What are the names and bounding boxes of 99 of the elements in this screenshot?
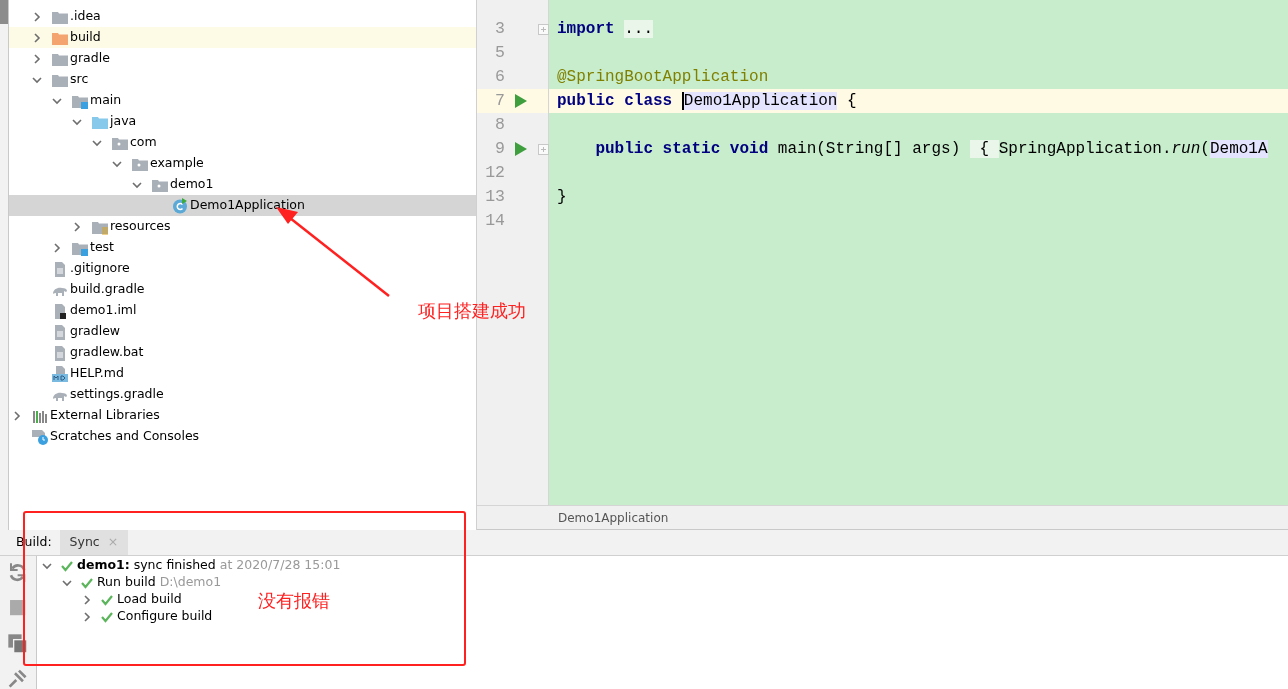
- tree-item-label[interactable]: External Libraries: [50, 406, 160, 425]
- tree-item-label[interactable]: Scratches and Consoles: [50, 427, 200, 446]
- tree-row[interactable]: gradlew.bat: [9, 342, 144, 363]
- code-text: main(String[] args): [777, 140, 962, 158]
- tree-item-label[interactable]: build.gradle: [70, 280, 145, 299]
- tree-item-label[interactable]: src: [70, 70, 89, 89]
- check-icon: [81, 576, 93, 589]
- annotation-text: 没有报错: [258, 592, 330, 610]
- windows-icon[interactable]: [7, 632, 29, 654]
- tree-item-label[interactable]: example: [150, 154, 204, 173]
- code-identifier: Demo1Application: [681, 92, 838, 110]
- chevron-right-icon[interactable]: [71, 220, 83, 233]
- tree-item-label[interactable]: resources: [110, 217, 171, 236]
- tree-item-label[interactable]: gradlew.bat: [70, 343, 144, 362]
- chevron-right-icon[interactable]: [51, 241, 63, 254]
- line-number: 7: [494, 89, 505, 112]
- tool-window-stripe: [0, 0, 8, 24]
- code-text: (: [1200, 140, 1210, 158]
- tree-item-label[interactable]: HELP.md: [70, 364, 124, 383]
- tree-row[interactable]: demo1.iml: [9, 300, 137, 321]
- tree-row[interactable]: demo1: [9, 174, 214, 195]
- tree-row[interactable]: test: [9, 237, 114, 258]
- line-number: 12: [484, 161, 505, 184]
- code-keyword: public static void: [594, 140, 770, 158]
- code-annotation: @SpringBootApplication: [557, 68, 769, 86]
- chevron-right-icon[interactable]: [31, 10, 43, 23]
- tree-row[interactable]: build.gradle: [9, 279, 145, 300]
- tree-row[interactable]: Demo1Application: [9, 195, 476, 216]
- folded-code[interactable]: ...: [624, 20, 654, 38]
- tree-item-label[interactable]: .gitignore: [70, 259, 130, 278]
- tree-item-label[interactable]: demo1: [170, 175, 214, 194]
- tree-item-label[interactable]: .idea: [70, 7, 101, 26]
- tree-row[interactable]: example: [9, 153, 204, 174]
- tree-row[interactable]: java: [9, 111, 137, 132]
- tree-item-label[interactable]: com: [130, 133, 157, 152]
- breadcrumb[interactable]: Demo1Application: [558, 508, 669, 527]
- chevron-right-icon[interactable]: [31, 31, 43, 44]
- panel-tab[interactable]: Sync ×: [59, 530, 129, 555]
- tree-row[interactable]: main: [9, 90, 122, 111]
- tree-item-label[interactable]: java: [110, 112, 137, 131]
- tree-item-label[interactable]: gradle: [70, 49, 110, 68]
- tree-row[interactable]: build: [9, 27, 476, 48]
- build-detail: D:\demo1: [159, 573, 222, 592]
- build-detail: at 2020/7/28 15:01: [219, 556, 341, 575]
- code-text: {: [846, 92, 857, 110]
- check-icon: [101, 610, 113, 623]
- line-number: 8: [494, 113, 505, 136]
- file-icon: [52, 344, 68, 361]
- build-step[interactable]: Run build: [97, 573, 156, 592]
- pin-icon[interactable]: [7, 667, 29, 689]
- class-icon: [172, 197, 188, 214]
- file-icon: [52, 302, 68, 319]
- tree-row[interactable]: External Libraries: [9, 405, 160, 426]
- tree-item-label[interactable]: demo1.iml: [70, 301, 137, 320]
- tree-row[interactable]: settings.gradle: [9, 384, 164, 405]
- tree-row[interactable]: .idea: [9, 6, 101, 27]
- annotation-text: 项目搭建成功: [418, 302, 526, 320]
- line-number: 5: [494, 41, 505, 64]
- code-text: }: [557, 188, 567, 206]
- code-method: run: [1171, 140, 1201, 158]
- chevron-right-icon[interactable]: [31, 52, 43, 65]
- tree-row[interactable]: .gitignore: [9, 258, 130, 279]
- line-number: 3: [494, 17, 505, 40]
- code-identifier: Demo1A: [1209, 140, 1268, 158]
- check-icon: [101, 593, 113, 606]
- tree-item-label[interactable]: Demo1Application: [190, 196, 305, 215]
- line-number: 6: [494, 65, 505, 88]
- code-text: SpringApplication.: [998, 140, 1172, 158]
- scratch-icon: [32, 428, 48, 445]
- file-icon: [52, 323, 68, 340]
- markdown-file-icon: [52, 365, 68, 382]
- tree-item-label[interactable]: build: [70, 28, 101, 47]
- tree-row[interactable]: com: [9, 132, 157, 153]
- check-icon: [61, 559, 73, 572]
- build-step[interactable]: demo1: sync finished: [77, 556, 216, 575]
- line-number: 13: [484, 185, 505, 208]
- tree-row[interactable]: gradlew: [9, 321, 121, 342]
- line-number: 14: [484, 209, 505, 232]
- tree-row[interactable]: HELP.md: [9, 363, 124, 384]
- run-icon[interactable]: [515, 94, 527, 108]
- tree-row[interactable]: resources: [9, 216, 171, 237]
- code-keyword: import: [557, 20, 616, 38]
- chevron-right-icon[interactable]: [81, 593, 93, 606]
- tree-item-label[interactable]: settings.gradle: [70, 385, 164, 404]
- code-keyword: public class: [557, 92, 674, 110]
- build-step[interactable]: Load build: [117, 590, 182, 609]
- tree-item-label[interactable]: test: [90, 238, 114, 257]
- run-icon[interactable]: [515, 142, 527, 156]
- line-number: 9: [494, 137, 505, 160]
- tree-row[interactable]: gradle: [9, 48, 110, 69]
- build-step[interactable]: Configure build: [117, 607, 213, 626]
- tree-row[interactable]: Scratches and Consoles: [9, 426, 200, 447]
- chevron-right-icon[interactable]: [81, 610, 93, 623]
- chevron-right-icon[interactable]: [11, 409, 23, 422]
- tree-row[interactable]: src: [9, 69, 89, 90]
- file-icon: [52, 260, 68, 277]
- tree-item-label[interactable]: gradlew: [70, 322, 121, 341]
- folded-code[interactable]: {: [969, 140, 999, 158]
- tree-item-label[interactable]: main: [90, 91, 122, 110]
